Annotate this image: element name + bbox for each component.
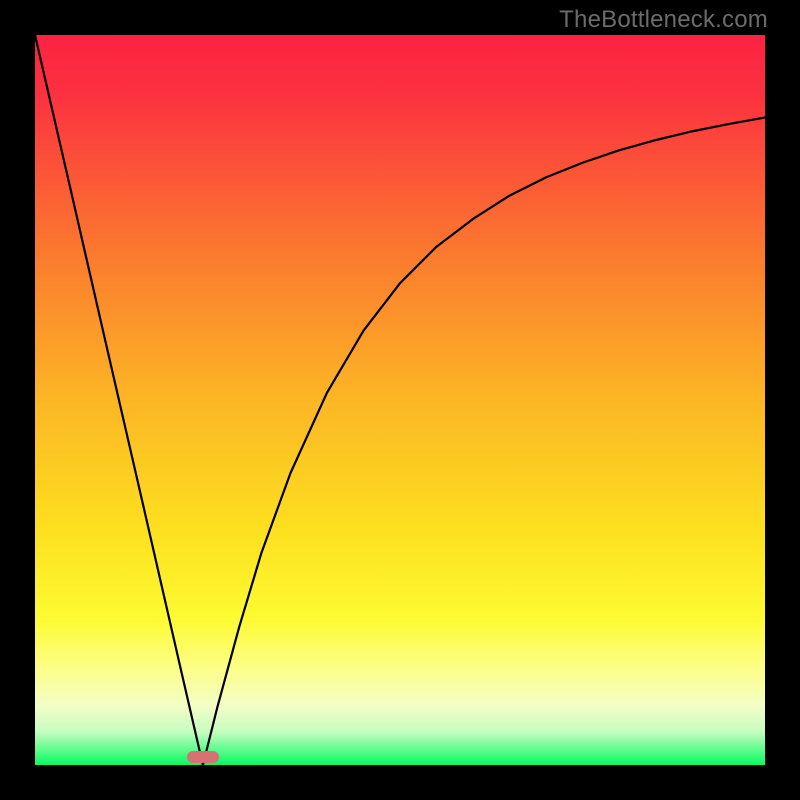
- bottleneck-curve: [35, 35, 765, 765]
- plot-area: [35, 35, 765, 765]
- chart-frame: TheBottleneck.com: [0, 0, 800, 800]
- optimum-marker: [187, 751, 219, 763]
- watermark-text: TheBottleneck.com: [559, 6, 768, 34]
